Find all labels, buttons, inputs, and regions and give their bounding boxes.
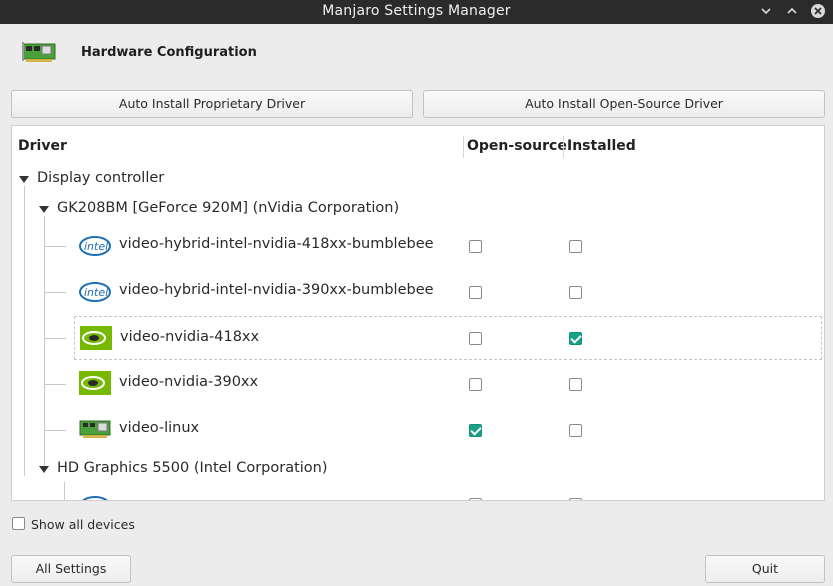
maximize-icon: [787, 7, 797, 14]
open-source-checkbox[interactable]: [469, 332, 482, 345]
all-settings-button[interactable]: All Settings: [11, 555, 131, 583]
quit-button[interactable]: Quit: [705, 555, 825, 583]
module-header: Hardware Configuration: [0, 24, 833, 84]
driver-name: video-hybrid-intel-nvidia-418xx-bumblebe…: [119, 236, 434, 252]
nvidia-icon: [79, 371, 111, 395]
minimize-button[interactable]: [758, 3, 774, 19]
open-source-checkbox[interactable]: [469, 378, 482, 391]
installed-checkbox[interactable]: [569, 286, 582, 299]
driver-tree[interactable]: Driver Open-source Installed Display con…: [11, 125, 825, 501]
expander-display-controller[interactable]: [19, 176, 29, 183]
expander-device-hd-graphics[interactable]: [39, 466, 49, 473]
maximize-button[interactable]: [784, 3, 800, 19]
svg-text:intel: intel: [84, 286, 108, 299]
column-header-open-source[interactable]: Open-source: [467, 138, 567, 154]
auto-install-open-source-button[interactable]: Auto Install Open-Source Driver: [423, 90, 825, 118]
tree-line: [44, 246, 66, 247]
hardware-card-icon: [79, 420, 111, 438]
installed-checkbox[interactable]: [569, 498, 582, 500]
tree-line: [44, 216, 45, 470]
driver-row-selected[interactable]: video-nvidia-418xx: [74, 316, 822, 360]
close-icon: [811, 4, 825, 18]
device-hd-graphics-5500[interactable]: HD Graphics 5500 (Intel Corporation): [57, 460, 328, 476]
tree-line: [44, 384, 66, 385]
tree-line: [44, 292, 66, 293]
page-title: Hardware Configuration: [81, 45, 257, 60]
open-source-checkbox[interactable]: [469, 240, 482, 253]
auto-install-proprietary-button[interactable]: Auto Install Proprietary Driver: [11, 90, 413, 118]
driver-row[interactable]: intel video-hybrid-intel-nvidia-418xx-bu…: [74, 224, 822, 268]
installed-checkbox[interactable]: [569, 424, 582, 437]
tree-line: [44, 338, 66, 339]
driver-name: video-hybrid-intel-nvidia-390xx-bumblebe…: [119, 282, 434, 298]
column-separator: [563, 136, 564, 158]
intel-icon: intel: [79, 236, 111, 256]
minimize-icon: [761, 8, 771, 15]
installed-checkbox[interactable]: [569, 240, 582, 253]
column-header-installed[interactable]: Installed: [567, 138, 636, 154]
nvidia-icon: [80, 326, 112, 350]
tree-line: [64, 482, 65, 500]
driver-name: video-nvidia-418xx: [120, 329, 260, 345]
installed-checkbox[interactable]: [569, 378, 582, 391]
tree-line: [24, 186, 25, 476]
tree-line: [44, 430, 66, 431]
driver-name: video-nvidia-390xx: [119, 374, 259, 390]
open-source-checkbox[interactable]: [469, 498, 482, 500]
device-geforce-920m[interactable]: GK208BM [GeForce 920M] (nVidia Corporati…: [57, 200, 399, 216]
show-all-devices-label: Show all devices: [31, 517, 135, 532]
category-display-controller[interactable]: Display controller: [37, 170, 164, 186]
window-title: Manjaro Settings Manager: [322, 3, 511, 19]
column-separator: [463, 136, 464, 158]
svg-text:intel: intel: [84, 240, 108, 253]
intel-icon: intel: [79, 282, 111, 302]
hardware-card-icon: [22, 42, 56, 62]
open-source-checkbox[interactable]: [469, 286, 482, 299]
driver-row[interactable]: intel video-hybrid-intel-nvidia-390xx-bu…: [74, 270, 822, 314]
close-button[interactable]: [810, 3, 826, 19]
driver-row[interactable]: video-linux: [74, 408, 822, 452]
title-bar: Manjaro Settings Manager: [0, 0, 833, 24]
intel-icon: [82, 496, 108, 500]
open-source-checkbox[interactable]: [469, 424, 482, 437]
installed-checkbox[interactable]: [569, 332, 582, 345]
column-header-driver[interactable]: Driver: [18, 138, 67, 154]
driver-name: video-linux: [119, 420, 200, 436]
driver-row[interactable]: video-nvidia-390xx: [74, 362, 822, 406]
expander-device-geforce[interactable]: [39, 206, 49, 213]
show-all-devices-option[interactable]: Show all devices: [12, 514, 135, 533]
show-all-devices-checkbox[interactable]: [12, 517, 25, 530]
